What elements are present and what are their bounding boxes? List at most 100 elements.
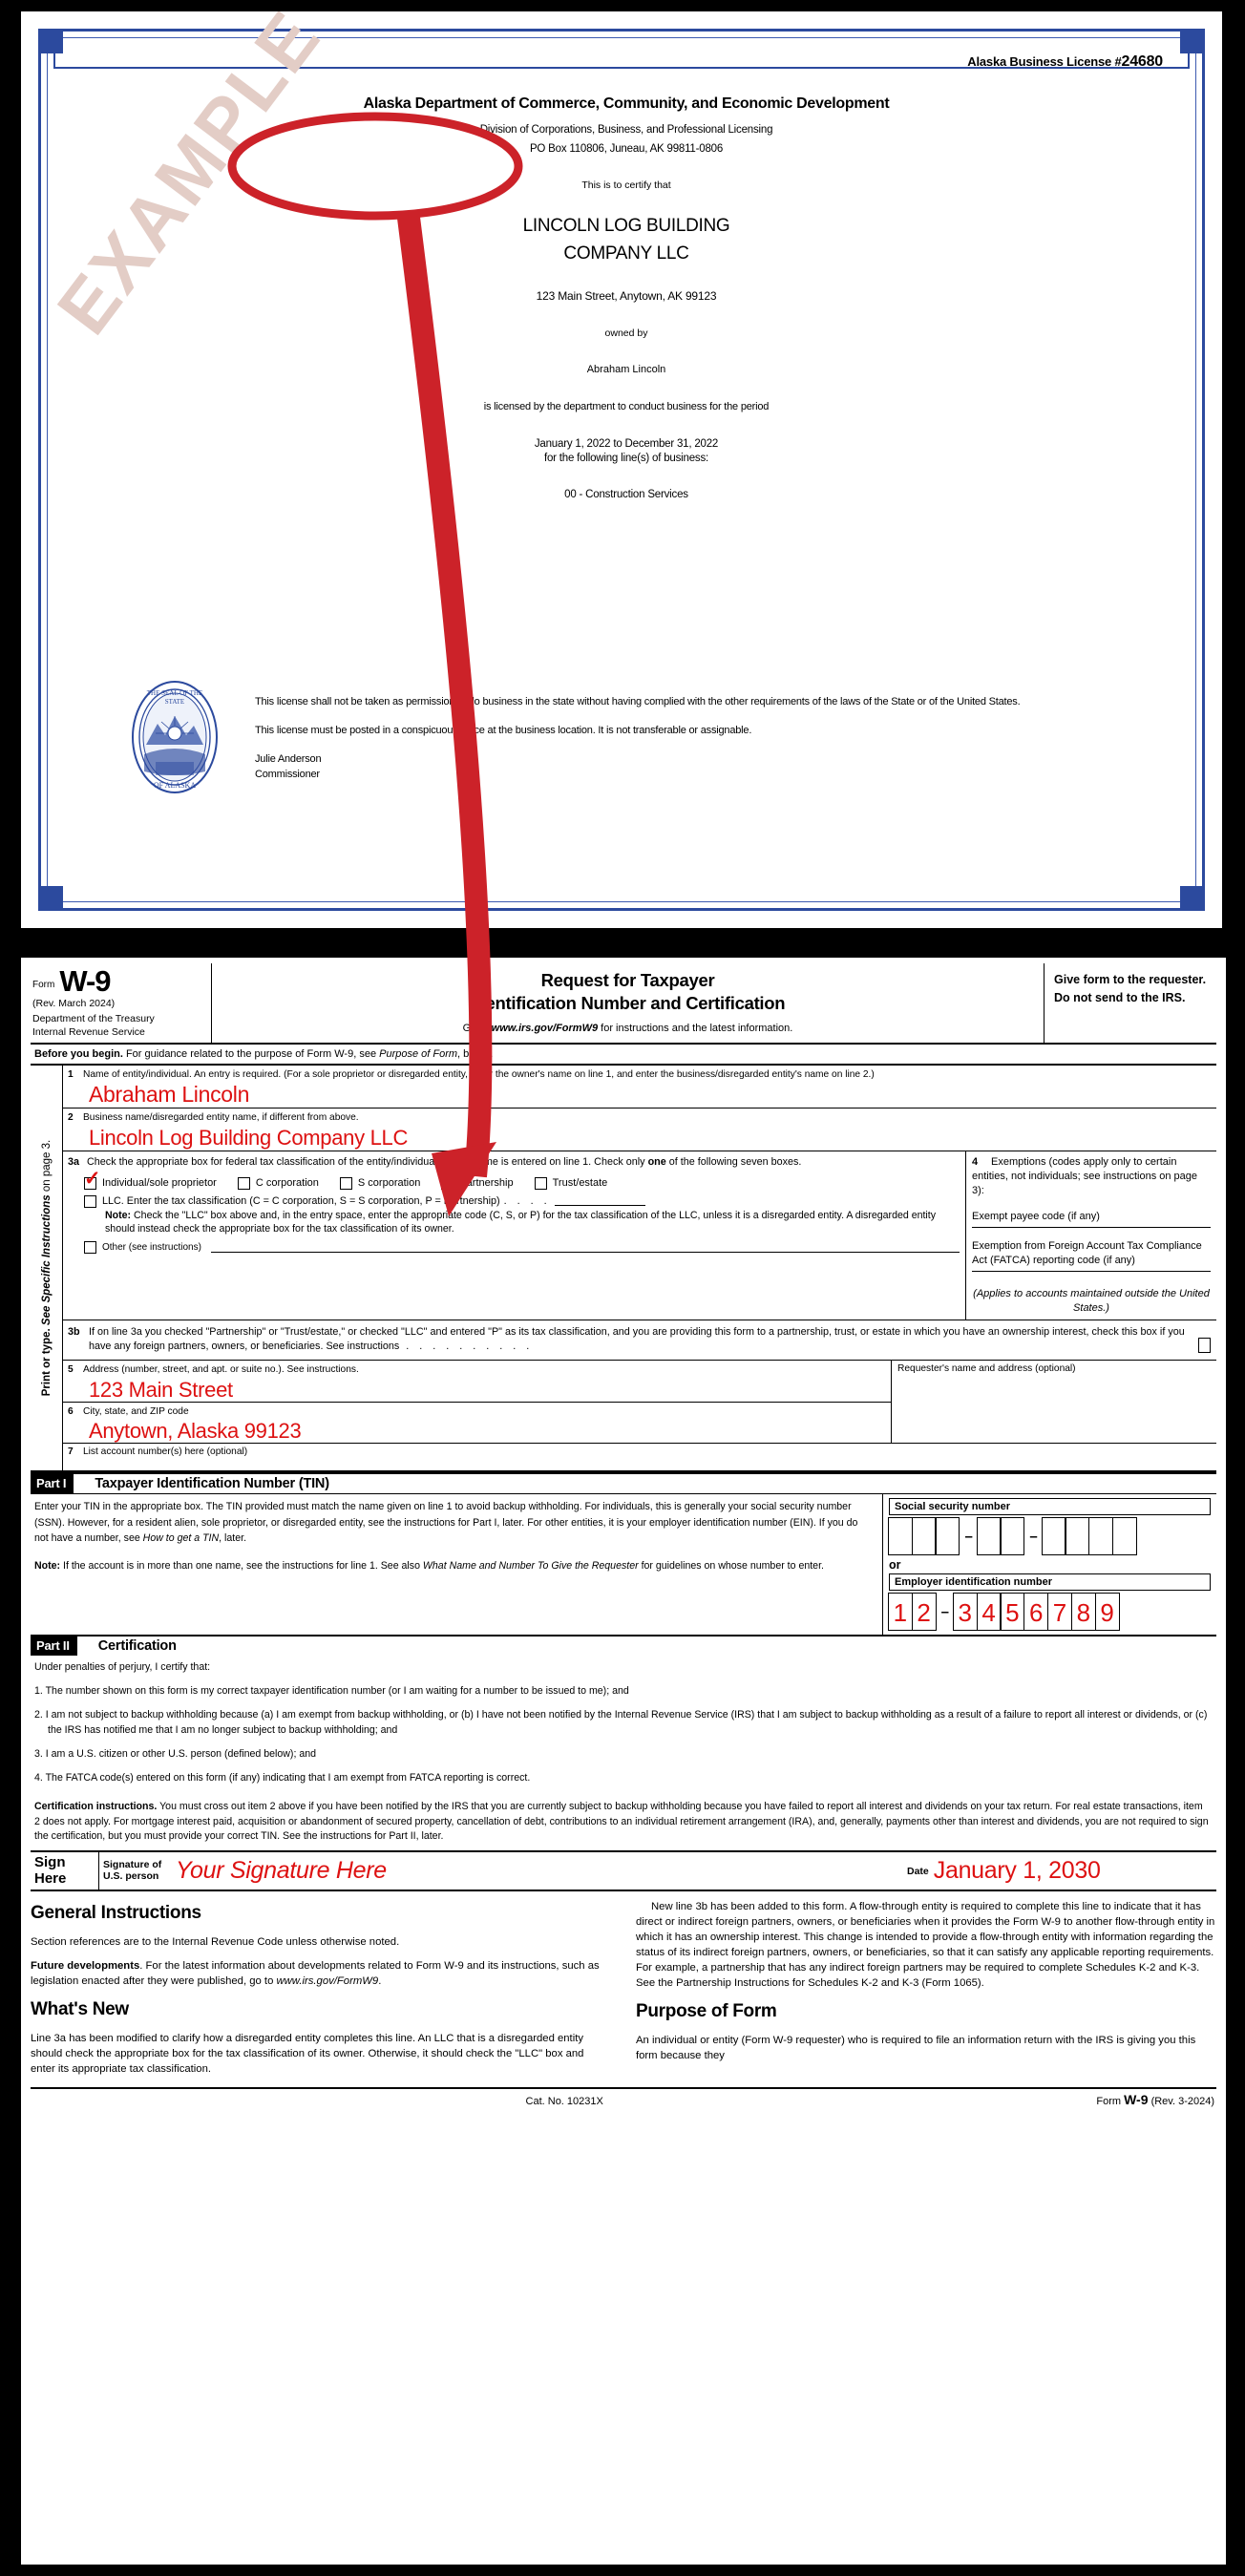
ein-digit-2[interactable]: 2 <box>911 1593 937 1632</box>
certification-item-3: 3. I am a U.S. citizen or other U.S. per… <box>34 1747 317 1760</box>
ein-digit-7[interactable]: 7 <box>1047 1593 1073 1632</box>
red-check-mark-icon: ✓ <box>84 1167 101 1190</box>
ssn-digit-8[interactable] <box>1088 1517 1114 1556</box>
exempt-payee-code-input[interactable] <box>972 1226 1211 1228</box>
fatca-code-block: Exemption from Foreign Account Tax Compl… <box>972 1239 1211 1272</box>
side-rail: Print or type. See Specific Instructions… <box>31 1065 63 1471</box>
purpose-of-form-ref: Purpose of Form <box>379 1047 458 1060</box>
ssn-digit-9[interactable] <box>1112 1517 1137 1556</box>
w9-header-left: Form W-9 (Rev. March 2024) Department of… <box>31 963 212 1043</box>
ssn-digit-2[interactable] <box>911 1517 937 1556</box>
w9-header: Form W-9 (Rev. March 2024) Department of… <box>31 963 1216 1045</box>
line6-number: 6 <box>68 1405 74 1417</box>
fatca-code-label: Exemption from Foreign Account Tax Compl… <box>972 1239 1202 1266</box>
checkbox-c-corporation[interactable] <box>237 1176 250 1190</box>
checkbox-partnership[interactable] <box>441 1176 454 1190</box>
ssn-input-boxes[interactable]: – – <box>887 1517 1211 1556</box>
alaska-business-license: EXAMPLE Alaska Business License #24680 A… <box>21 11 1222 928</box>
ein-digit-5[interactable]: 5 <box>1000 1593 1025 1632</box>
license-owner-name: Abraham Lincoln <box>586 363 666 375</box>
ssn-dash-1: – <box>964 1528 973 1545</box>
license-period: January 1, 2022 to December 31, 2022 <box>534 437 719 450</box>
checkbox-other[interactable] <box>84 1240 96 1254</box>
checkbox-trust-estate[interactable] <box>534 1176 547 1190</box>
ein-digit-3[interactable]: 3 <box>952 1593 978 1632</box>
alaska-state-seal-icon: THE SEAL OF THE STATE OF ALASKA <box>132 681 218 793</box>
footer-form-label: Form W-9 (Rev. 3-2024) <box>1096 2092 1214 2107</box>
ein-input-boxes[interactable]: 1 2 – 3 4 5 6 7 8 9 <box>887 1593 1211 1632</box>
ssn-dash-2: – <box>1029 1528 1038 1545</box>
ssn-label: Social security number <box>889 1498 1211 1516</box>
line2-hint: 2 Business name/disregarded entity name, … <box>68 1111 1212 1125</box>
svg-text:OF ALASKA: OF ALASKA <box>154 781 196 790</box>
certification-intro: Under penalties of perjury, I certify th… <box>34 1661 211 1674</box>
ssn-digit-6[interactable] <box>1041 1517 1066 1556</box>
other-description-input[interactable] <box>210 1242 960 1253</box>
irs-formw9-url[interactable]: www.irs.gov/FormW9 <box>492 1023 598 1034</box>
fatca-code-input[interactable] <box>972 1270 1211 1272</box>
goto-suffix: for instructions and the latest informat… <box>598 1023 793 1035</box>
date-input[interactable]: January 1, 2030 <box>934 1857 1101 1885</box>
commissioner-title: Commissioner <box>255 768 320 780</box>
ein-digit-4[interactable]: 4 <box>976 1593 1002 1632</box>
form-department-label: Department of the Treasury Internal Reve… <box>32 1013 205 1038</box>
label-c-corporation: C corporation <box>255 1177 319 1190</box>
part2-chip: Part II <box>31 1636 77 1657</box>
license-line-of-business: 00 - Construction Services <box>564 488 688 500</box>
ssn-digit-5[interactable] <box>1000 1517 1025 1556</box>
part1-note-text: If the account is in more than one name,… <box>60 1560 423 1573</box>
certification-item-2: 2. I am not subject to backup withholdin… <box>34 1709 1208 1736</box>
form-revision-label: (Rev. March 2024) <box>32 998 116 1010</box>
line1-name-input[interactable]: Abraham Lincoln <box>68 1081 1212 1107</box>
signature-field-block: Signature of U.S. person Your Signature H… <box>99 1852 901 1890</box>
form-number-label: W-9 <box>59 964 111 998</box>
line7-hint-text: List account number(s) here (optional) <box>83 1446 248 1458</box>
label-individual-sole-proprietor: Individual/sole proprietor <box>102 1177 217 1190</box>
signature-input[interactable]: Your Signature Here <box>176 1857 387 1885</box>
or-separator: or <box>889 1558 901 1573</box>
line7-block[interactable]: 7 List account number(s) here (optional) <box>63 1444 1216 1470</box>
line5-hint-text: Address (number, street, and apt. or sui… <box>83 1363 359 1375</box>
part1-note-bold: Note: <box>34 1560 61 1573</box>
general-instructions-heading: General Instructions <box>31 1903 201 1924</box>
line4-text: Exemptions (codes apply only to certain … <box>972 1156 1198 1196</box>
part1-content: Enter your TIN in the appropriate box. T… <box>31 1493 1216 1636</box>
license-business-name-line1: LINCOLN LOG BUILDING <box>522 216 730 236</box>
future-developments-url[interactable]: www.irs.gov/FormW9 <box>276 1975 378 1987</box>
checkbox-foreign-partners[interactable] <box>1198 1337 1211 1353</box>
irs-line: Internal Revenue Service <box>32 1025 145 1038</box>
ssn-digit-4[interactable] <box>976 1517 1002 1556</box>
license-address: 123 Main Street, Anytown, AK 99123 <box>536 288 717 303</box>
checkbox-llc[interactable] <box>84 1194 96 1208</box>
date-field-block: Date January 1, 2030 <box>901 1852 1216 1890</box>
ein-digit-9[interactable]: 9 <box>1094 1593 1120 1632</box>
requester-name-address-field[interactable]: Requester's name and address (optional) <box>892 1361 1216 1443</box>
ein-digit-8[interactable]: 8 <box>1070 1593 1096 1632</box>
line5-address-input[interactable]: 123 Main Street <box>68 1377 886 1402</box>
checkbox-s-corporation[interactable] <box>339 1176 352 1190</box>
ssn-digit-1[interactable] <box>887 1517 913 1556</box>
license-disclaimer-1: This license shall not be taken as permi… <box>255 696 1021 707</box>
license-disclaimer-2: This license must be posted in a conspic… <box>255 724 752 736</box>
line6-city-state-zip-input[interactable]: Anytown, Alaska 99123 <box>68 1418 886 1443</box>
part1-p1-tail: , later. <box>219 1532 247 1545</box>
label-other: Other (see instructions) <box>102 1241 201 1253</box>
whats-new-p1: Line 3a has been modified to clarify how… <box>31 2033 584 2076</box>
tin-boxes-column: Social security number – – or Employer i… <box>882 1494 1216 1636</box>
ein-digit-6[interactable]: 6 <box>1023 1593 1049 1632</box>
llc-note-text: Check the "LLC" box above and, in the en… <box>105 1209 937 1235</box>
line3b-text: If on line 3a you checked "Partnership" … <box>68 1325 1211 1355</box>
requester-label: Requester's name and address (optional) <box>897 1362 1076 1374</box>
svg-text:THE SEAL OF THE: THE SEAL OF THE <box>147 689 203 697</box>
certification-instructions-text: You must cross out item 2 above if you h… <box>34 1800 1209 1843</box>
llc-checkbox-row: LLC. Enter the tax classification (C = C… <box>63 1193 965 1208</box>
checkbox-individual-sole-proprietor[interactable]: ✓ <box>84 1169 101 1190</box>
line6-row: 6 City, state, and ZIP code Anytown, Alas… <box>63 1403 891 1444</box>
ein-digit-1[interactable]: 1 <box>887 1593 913 1632</box>
ssn-digit-3[interactable] <box>935 1517 960 1556</box>
llc-code-input[interactable] <box>554 1195 645 1206</box>
ssn-digit-7[interactable] <box>1065 1517 1090 1556</box>
license-business-name: LINCOLN LOG BUILDING COMPANY LLC <box>78 212 1174 268</box>
license-number-value: 24680 <box>1121 53 1164 70</box>
line2-business-name-input[interactable]: Lincoln Log Building Company LLC <box>68 1125 1212 1150</box>
